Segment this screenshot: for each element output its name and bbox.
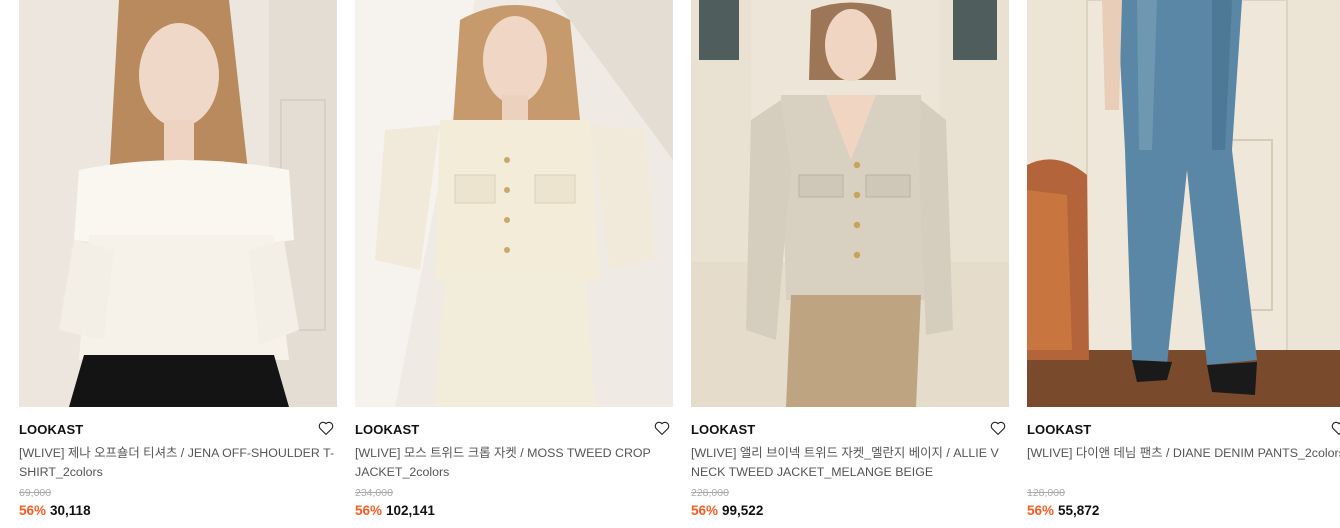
product-grid: LOOKAST [WLIVE] 제나 오프숄더 티셔츠 / JENA OFF-S… bbox=[0, 0, 1340, 528]
brand-name[interactable]: LOOKAST bbox=[691, 422, 1009, 438]
original-price: 234,000 bbox=[355, 487, 393, 499]
product-card[interactable]: LOOKAST [WLIVE] 다이앤 데님 팬츠 / DIANE DENIM … bbox=[1027, 0, 1340, 528]
discount-rate: 56% bbox=[1027, 503, 1055, 518]
price-row: 56% 99,522 bbox=[691, 502, 1009, 520]
product-name[interactable]: [WLIVE] 앨리 브이넥 트위드 자켓_멜란지 베이지 / ALLIE V … bbox=[691, 444, 1009, 482]
original-price: 128,000 bbox=[1027, 487, 1065, 499]
product-image[interactable] bbox=[355, 0, 673, 407]
brand-name[interactable]: LOOKAST bbox=[1027, 422, 1340, 438]
original-price: 69,000 bbox=[19, 487, 52, 499]
original-price: 228,000 bbox=[691, 487, 729, 499]
brand-name[interactable]: LOOKAST bbox=[355, 422, 673, 438]
product-card[interactable]: LOOKAST [WLIVE] 제나 오프숄더 티셔츠 / JENA OFF-S… bbox=[19, 0, 337, 528]
heart-outline-icon[interactable] bbox=[317, 419, 335, 437]
product-image[interactable] bbox=[691, 0, 1009, 407]
product-card[interactable]: LOOKAST [WLIVE] 모스 트위드 크롭 자켓 / MOSS TWEE… bbox=[355, 0, 673, 528]
product-name[interactable]: [WLIVE] 다이앤 데님 팬츠 / DIANE DENIM PANTS_2c… bbox=[1027, 444, 1340, 482]
discount-rate: 56% bbox=[355, 503, 383, 518]
sale-price: 55,872 bbox=[1058, 503, 1100, 518]
discount-rate: 56% bbox=[19, 503, 47, 518]
product-name[interactable]: [WLIVE] 모스 트위드 크롭 자켓 / MOSS TWEED CROP J… bbox=[355, 444, 673, 482]
sale-price: 102,141 bbox=[386, 503, 435, 518]
product-card[interactable]: LOOKAST [WLIVE] 앨리 브이넥 트위드 자켓_멜란지 베이지 / … bbox=[691, 0, 1009, 528]
product-name[interactable]: [WLIVE] 제나 오프숄더 티셔츠 / JENA OFF-SHOULDER … bbox=[19, 444, 337, 482]
price-row: 56% 102,141 bbox=[355, 502, 673, 520]
heart-outline-icon[interactable] bbox=[653, 419, 671, 437]
brand-name[interactable]: LOOKAST bbox=[19, 422, 337, 438]
price-row: 56% 55,872 bbox=[1027, 502, 1340, 520]
heart-outline-icon[interactable] bbox=[1330, 419, 1340, 437]
heart-outline-icon[interactable] bbox=[989, 419, 1007, 437]
product-image[interactable] bbox=[19, 0, 337, 407]
price-row: 56% 30,118 bbox=[19, 502, 337, 520]
sale-price: 30,118 bbox=[50, 503, 91, 518]
sale-price: 99,522 bbox=[722, 503, 764, 518]
product-image[interactable] bbox=[1027, 0, 1340, 407]
discount-rate: 56% bbox=[691, 503, 719, 518]
